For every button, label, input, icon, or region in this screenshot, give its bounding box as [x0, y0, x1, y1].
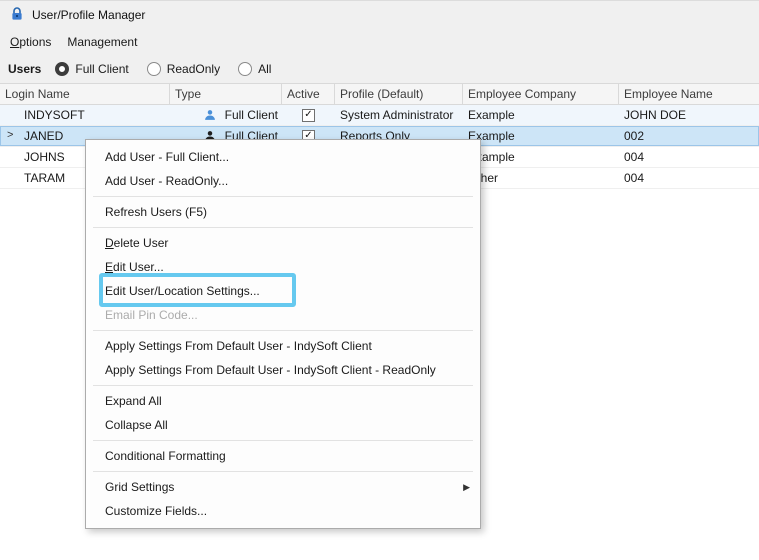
- cell-company: Example: [463, 105, 619, 125]
- login-name: JANED: [24, 129, 64, 143]
- column-header-profile-default[interactable]: Profile (Default): [335, 84, 463, 104]
- cell-type: Full Client: [170, 105, 282, 125]
- grid-header: Login Name Type Active Profile (Default) Emp…: [0, 83, 759, 105]
- selected-row-arrow-icon: >: [7, 129, 14, 141]
- column-header-type[interactable]: Type: [170, 84, 282, 104]
- radio-option-all[interactable]: All: [238, 62, 271, 76]
- login-name: TARAM: [24, 171, 66, 185]
- menu-item-apply-settings-from-default-user-indysoft-client-readonly[interactable]: Apply Settings From Default User - IndyS…: [86, 358, 480, 382]
- menu-item-add-user-readonly[interactable]: Add User - ReadOnly...: [86, 169, 480, 193]
- login-name: JOHNS: [24, 150, 65, 164]
- menu-item-label: Refresh Users (F5): [105, 205, 208, 219]
- column-header-employee-company[interactable]: Employee Company: [463, 84, 619, 104]
- column-header-active[interactable]: Active: [282, 84, 335, 104]
- menu-item-label: Email Pin Code...: [105, 308, 198, 322]
- type-label: Full Client: [224, 108, 278, 122]
- menu-item-expand-all[interactable]: Expand All: [86, 389, 480, 413]
- column-header-employee-name[interactable]: Employee Name: [619, 84, 759, 104]
- active-checkbox[interactable]: ✓: [302, 108, 315, 122]
- cell-active: ✓: [282, 105, 335, 125]
- menubar-item-options[interactable]: Options: [2, 31, 59, 53]
- menu-item-label: Grid Settings: [105, 480, 175, 494]
- radio-button-all[interactable]: [238, 62, 253, 76]
- menu-item-label: Apply Settings From Default User - IndyS…: [105, 339, 372, 353]
- menu-item-add-user-full-client[interactable]: Add User - Full Client...: [86, 145, 480, 169]
- radio-button-readonly[interactable]: [146, 62, 161, 76]
- users-radio-group: Full Client ReadOnly All: [55, 62, 289, 76]
- menu-item-delete-user[interactable]: Delete User: [86, 231, 480, 255]
- menu-item-label: Collapse All: [105, 418, 168, 432]
- menu-item-refresh-users-f5[interactable]: Refresh Users (F5): [86, 200, 480, 224]
- radio-label-full-client: Full Client: [75, 62, 129, 76]
- menu-item-edit-user-location-settings[interactable]: Edit User/Location Settings...: [86, 279, 480, 303]
- cell-company: Example: [463, 147, 619, 167]
- users-label: Users: [8, 62, 42, 76]
- cell-name: JOHN DOE: [619, 105, 759, 125]
- radio-option-readonly[interactable]: ReadOnly: [146, 62, 221, 76]
- table-row-indysoft[interactable]: INDYSOFT Full Client ✓ System Administrator…: [0, 105, 759, 126]
- menu-item-label: Customize Fields...: [105, 504, 208, 518]
- menu-separator: [86, 382, 480, 389]
- cell-name: 004: [619, 168, 759, 188]
- menu-item-conditional-formatting[interactable]: Conditional Formatting: [86, 444, 480, 468]
- menu-separator: [86, 327, 480, 334]
- employee-company: Example: [468, 108, 515, 122]
- cell-name: 004: [619, 147, 759, 167]
- menubar-item-management[interactable]: Management: [59, 31, 145, 53]
- menu-item-label: Conditional Formatting: [105, 449, 226, 463]
- employee-name: JOHN DOE: [624, 108, 687, 122]
- cell-company: Other: [463, 168, 619, 188]
- menu-item-edit-user[interactable]: Edit User...: [86, 255, 480, 279]
- menu-item-label: Add User - Full Client...: [105, 150, 230, 164]
- menu-item-grid-settings[interactable]: Grid Settings ▶: [86, 475, 480, 499]
- menu-item-label: Add User - ReadOnly...: [105, 174, 229, 188]
- profile-default: System Administrator: [340, 108, 454, 122]
- employee-name: 004: [624, 150, 645, 164]
- window-title: User/Profile Manager: [32, 8, 146, 22]
- menu-separator: [86, 468, 480, 475]
- cell-company: Example: [463, 126, 619, 146]
- employee-name: 004: [624, 171, 645, 185]
- menu-separator: [86, 437, 480, 444]
- menu-item-label: Expand All: [105, 394, 162, 408]
- menu-separator: [86, 224, 480, 231]
- radio-label-readonly: ReadOnly: [166, 62, 221, 76]
- cell-profile: System Administrator: [335, 105, 463, 125]
- menu-item-collapse-all[interactable]: Collapse All: [86, 413, 480, 437]
- user-icon: [204, 109, 216, 121]
- users-filter-bar: Users Full Client ReadOnly All: [0, 55, 759, 83]
- app-lock-icon: [9, 6, 25, 25]
- context-menu: Add User - Full Client... Add User - Read…: [85, 139, 481, 529]
- employee-name: 002: [624, 129, 645, 143]
- menu-item-label: Edit User/Location Settings...: [105, 284, 260, 298]
- menubar: Options Management: [0, 29, 759, 55]
- cell-login: INDYSOFT: [0, 105, 170, 125]
- menu-separator: [86, 193, 480, 200]
- login-name: INDYSOFT: [24, 108, 85, 122]
- radio-option-full-client[interactable]: Full Client: [55, 62, 129, 76]
- menu-item-label: Apply Settings From Default User - IndyS…: [105, 363, 436, 377]
- column-header-login-name[interactable]: Login Name: [0, 84, 170, 104]
- menu-item-customize-fields[interactable]: Customize Fields...: [86, 499, 480, 523]
- menu-item-apply-settings-from-default-user-indysoft-client[interactable]: Apply Settings From Default User - IndyS…: [86, 334, 480, 358]
- cell-name: 002: [619, 126, 759, 146]
- menu-item-label: Edit User...: [105, 260, 164, 274]
- titlebar: User/Profile Manager: [0, 1, 759, 29]
- radio-button-full-client[interactable]: [55, 62, 70, 76]
- menu-item-label: Delete User: [105, 236, 169, 250]
- menu-item-email-pin-code: Email Pin Code...: [86, 303, 480, 327]
- radio-label-all: All: [258, 62, 272, 76]
- user-profile-manager-window: User/Profile Manager Options Management U…: [0, 0, 759, 560]
- submenu-arrow-icon: ▶: [463, 482, 470, 492]
